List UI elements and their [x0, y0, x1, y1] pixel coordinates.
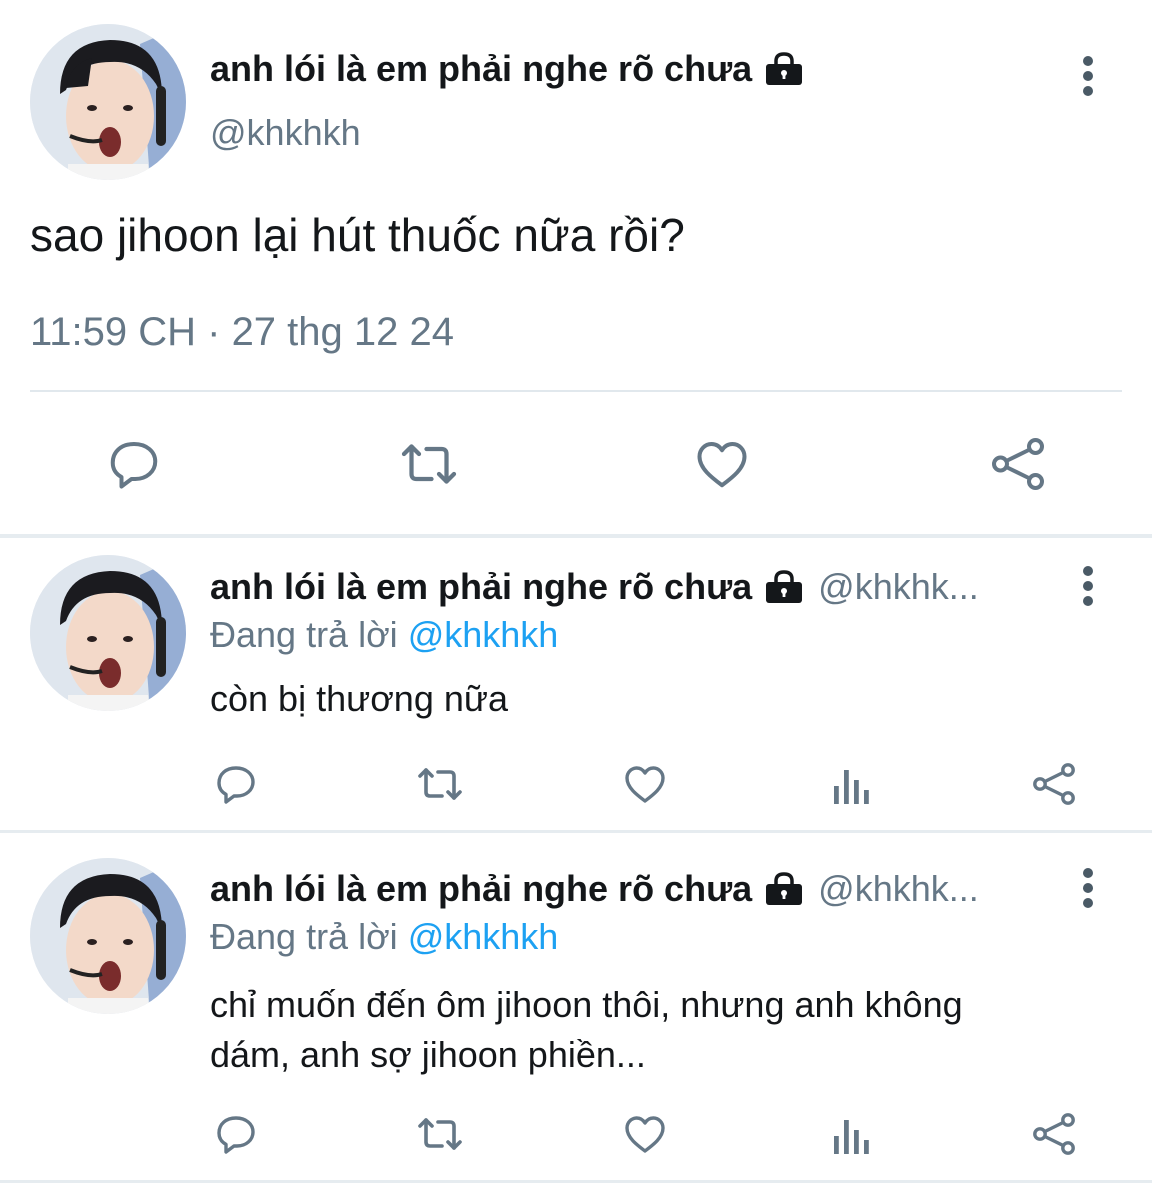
mention-link[interactable]: @khkhkh [408, 614, 559, 655]
more-options-icon[interactable] [1078, 52, 1098, 102]
share-icon[interactable] [1030, 760, 1078, 808]
display-name-text: anh lói là em phải nghe rõ chưa [210, 566, 753, 607]
retweet-icon[interactable] [394, 434, 464, 494]
divider [0, 1180, 1152, 1183]
display-name[interactable]: anh lói là em phải nghe rõ chưa @khkhk..… [210, 566, 979, 608]
display-name[interactable]: anh lói là em phải nghe rõ chưa @khkhk..… [210, 868, 979, 910]
reply-text: chỉ muốn đến ôm jihoon thôi, nhưng anh k… [210, 980, 1110, 1080]
handle[interactable]: @khkhk... [818, 566, 979, 608]
lock-icon [764, 570, 804, 604]
lock-icon [764, 52, 804, 86]
share-icon[interactable] [986, 434, 1050, 494]
lock-icon [764, 872, 804, 906]
reply-icon[interactable] [212, 760, 260, 808]
views-icon[interactable] [828, 762, 872, 806]
mention-link[interactable]: @khkhkh [408, 916, 559, 957]
handle[interactable]: @khkhkh [210, 112, 361, 154]
retweet-icon[interactable] [412, 760, 468, 808]
avatar-image [30, 555, 186, 711]
like-icon[interactable] [692, 434, 752, 494]
like-icon[interactable] [621, 760, 669, 808]
more-options-icon[interactable] [1078, 864, 1098, 914]
reply-icon[interactable] [212, 1110, 260, 1158]
like-icon[interactable] [621, 1110, 669, 1158]
display-name[interactable]: anh lói là em phải nghe rõ chưa [210, 48, 804, 90]
share-icon[interactable] [1030, 1110, 1078, 1158]
more-options-icon[interactable] [1078, 562, 1098, 612]
tweet-timestamp[interactable]: 11:59 CH · 27 thg 12 24 [30, 310, 454, 355]
replying-to-label: Đang trả lời @khkhkh [210, 614, 558, 656]
divider [0, 534, 1152, 538]
display-name-text: anh lói là em phải nghe rõ chưa [210, 868, 753, 909]
handle[interactable]: @khkhk... [818, 868, 979, 910]
display-name-text: anh lói là em phải nghe rõ chưa [210, 48, 753, 89]
replying-prefix: Đang trả lời [210, 614, 398, 655]
avatar[interactable] [30, 24, 186, 180]
reply-text-line: dám, anh sợ jihoon phiền... [210, 1034, 646, 1075]
reply-text: còn bị thương nữa [210, 678, 508, 719]
avatar-image [30, 24, 186, 180]
avatar-image [30, 858, 186, 1014]
divider [30, 390, 1122, 392]
reply-icon[interactable] [104, 434, 164, 494]
tweet-text: sao jihoon lại hút thuốc nữa rồi? [30, 209, 685, 261]
replying-to-label: Đang trả lời @khkhkh [210, 916, 558, 958]
reply-text-line: chỉ muốn đến ôm jihoon thôi, nhưng anh k… [210, 984, 963, 1025]
replying-prefix: Đang trả lời [210, 916, 398, 957]
avatar[interactable] [30, 858, 186, 1014]
retweet-icon[interactable] [412, 1110, 468, 1158]
views-icon[interactable] [828, 1112, 872, 1156]
avatar[interactable] [30, 555, 186, 711]
divider [0, 830, 1152, 833]
